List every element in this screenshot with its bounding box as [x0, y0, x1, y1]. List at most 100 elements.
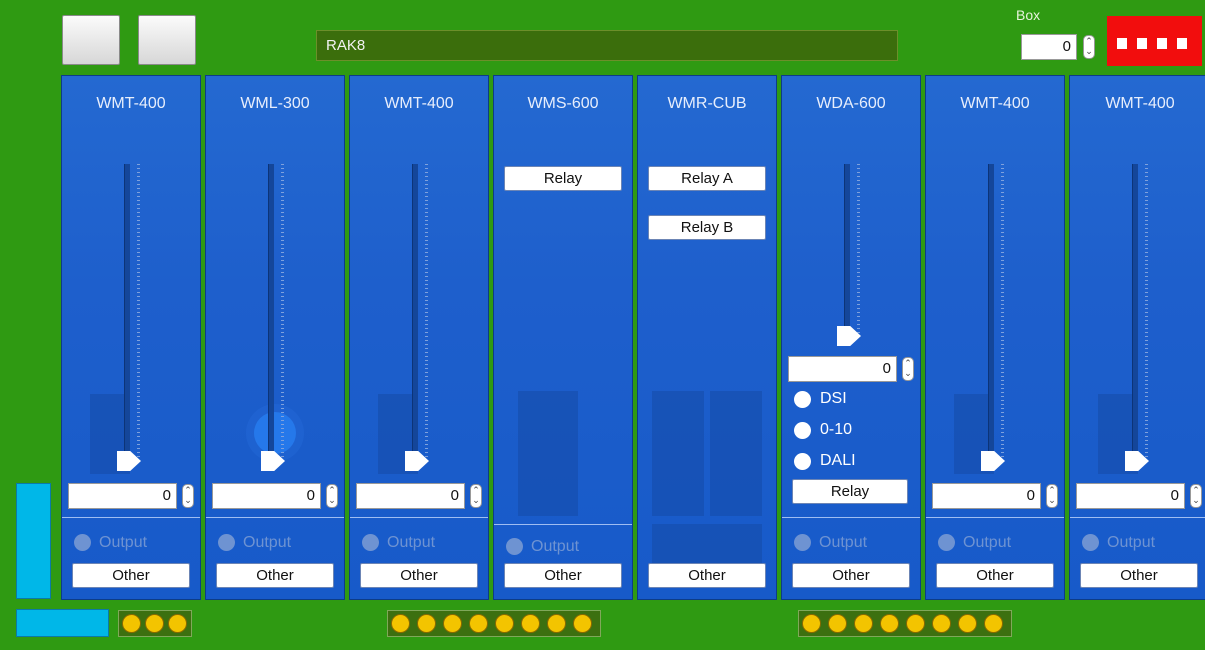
square-button-2[interactable] [138, 15, 196, 65]
led-indicator-icon [469, 614, 488, 633]
value-stepper-icon[interactable]: ⌃ ⌄ [902, 357, 914, 381]
value-field[interactable]: 0 [932, 483, 1041, 509]
output-radio-icon[interactable] [794, 534, 811, 551]
output-radio-icon[interactable] [506, 538, 523, 555]
value-stepper-icon[interactable]: ⌃ ⌄ [1190, 484, 1202, 508]
other-button[interactable]: Other [504, 563, 622, 588]
output-radio-icon[interactable] [218, 534, 235, 551]
output-label: Output [99, 534, 148, 551]
other-button[interactable]: Other [360, 563, 478, 588]
relay-button[interactable]: Relay [504, 166, 622, 191]
module-wmr-cub: WMR-CUB Relay A Relay B Other [637, 75, 777, 600]
output-label: Output [531, 538, 580, 555]
dsi-radio-icon[interactable] [794, 391, 811, 408]
module-wms-600: WMS-600 Relay Output Other [493, 75, 633, 600]
output-radio-icon[interactable] [938, 534, 955, 551]
zero-ten-label: 0-10 [820, 421, 853, 438]
value-stepper-icon[interactable]: ⌃ ⌄ [326, 484, 338, 508]
module-wml-300: WML-300 0 ⌃ ⌄ Output Other [205, 75, 345, 600]
led-indicator-icon [906, 614, 925, 633]
value-stepper-icon[interactable]: ⌃ ⌄ [1046, 484, 1058, 508]
divider [494, 524, 632, 525]
output-shadow [652, 524, 762, 564]
module-wda-600: WDA-600 0 ⌃ ⌄ DSI 0-10 DALI Relay Output … [781, 75, 921, 600]
output-label: Output [387, 534, 436, 551]
led-indicator-icon [802, 614, 821, 633]
other-button[interactable]: Other [1080, 563, 1198, 588]
module-wmt-400-3: WMT-400 0 ⌃ ⌄ Output Other [925, 75, 1065, 600]
dsi-label: DSI [820, 390, 847, 407]
slider-track[interactable] [268, 164, 274, 460]
led-indicator-icon [168, 614, 187, 633]
output-label: Output [243, 534, 292, 551]
dali-radio-icon[interactable] [794, 453, 811, 470]
zero-ten-radio-icon[interactable] [794, 422, 811, 439]
module-name: WDA-600 [816, 95, 886, 112]
divider [206, 517, 344, 518]
relay-a-shadow [652, 391, 704, 516]
other-button[interactable]: Other [936, 563, 1054, 588]
led-indicator-icon [854, 614, 873, 633]
dali-label: DALI [820, 452, 856, 469]
divider [62, 517, 200, 518]
led-indicator-icon [880, 614, 899, 633]
dip-switch-2[interactable] [1137, 38, 1147, 49]
relay-b-button[interactable]: Relay B [648, 215, 766, 240]
module-name: WMT-400 [960, 95, 1030, 112]
output-radio-icon[interactable] [362, 534, 379, 551]
other-button[interactable]: Other [216, 563, 334, 588]
relay-button[interactable]: Relay [792, 479, 908, 504]
led-indicator-icon [495, 614, 514, 633]
square-button-1[interactable] [62, 15, 120, 65]
slider-track[interactable] [124, 164, 130, 460]
value-field[interactable]: 0 [68, 483, 177, 509]
knob-indicator [254, 412, 296, 454]
side-connector-vertical [16, 483, 51, 599]
output-label: Output [1107, 534, 1156, 551]
value-field[interactable]: 0 [1076, 483, 1185, 509]
other-button[interactable]: Other [792, 563, 910, 588]
slider-track[interactable] [988, 164, 994, 460]
led-group-3 [798, 610, 1012, 637]
module-name: WML-300 [240, 95, 310, 112]
divider [782, 517, 920, 518]
led-indicator-icon [417, 614, 436, 633]
other-button[interactable]: Other [648, 563, 766, 588]
output-label: Output [963, 534, 1012, 551]
dip-switch-1[interactable] [1117, 38, 1127, 49]
led-indicator-icon [547, 614, 566, 633]
dip-switch-4[interactable] [1177, 38, 1187, 49]
value-field[interactable]: 0 [212, 483, 321, 509]
box-number-field[interactable]: 0 [1021, 34, 1077, 60]
rak8-board: RAK8 Box 0 ⌃ ⌄ WMT-400 0 ⌃ ⌄ Output Other … [0, 0, 1205, 650]
led-group-1 [118, 610, 192, 637]
dip-switch-3[interactable] [1157, 38, 1167, 49]
led-group-2 [387, 610, 601, 637]
slider-track[interactable] [412, 164, 418, 460]
output-radio-icon[interactable] [1082, 534, 1099, 551]
value-stepper-icon[interactable]: ⌃ ⌄ [182, 484, 194, 508]
value-field[interactable]: 0 [356, 483, 465, 509]
output-radio-icon[interactable] [74, 534, 91, 551]
led-indicator-icon [932, 614, 951, 633]
slider-track[interactable] [844, 164, 850, 334]
other-button[interactable]: Other [72, 563, 190, 588]
led-indicator-icon [391, 614, 410, 633]
led-indicator-icon [984, 614, 1003, 633]
module-wmt-400-1: WMT-400 0 ⌃ ⌄ Output Other [61, 75, 201, 600]
value-stepper-icon[interactable]: ⌃ ⌄ [470, 484, 482, 508]
led-indicator-icon [145, 614, 164, 633]
box-label: Box [1016, 7, 1041, 23]
value-field[interactable]: 0 [788, 356, 897, 382]
relay-b-shadow [710, 391, 762, 516]
led-indicator-icon [122, 614, 141, 633]
dip-switch[interactable] [1107, 16, 1202, 66]
slider-track[interactable] [1132, 164, 1138, 460]
slider-ticks [137, 164, 140, 460]
led-indicator-icon [573, 614, 592, 633]
box-stepper-icon[interactable]: ⌃ ⌄ [1083, 35, 1095, 59]
relay-a-button[interactable]: Relay A [648, 166, 766, 191]
relay-shadow [518, 391, 578, 516]
led-indicator-icon [443, 614, 462, 633]
module-name: WMT-400 [384, 95, 454, 112]
